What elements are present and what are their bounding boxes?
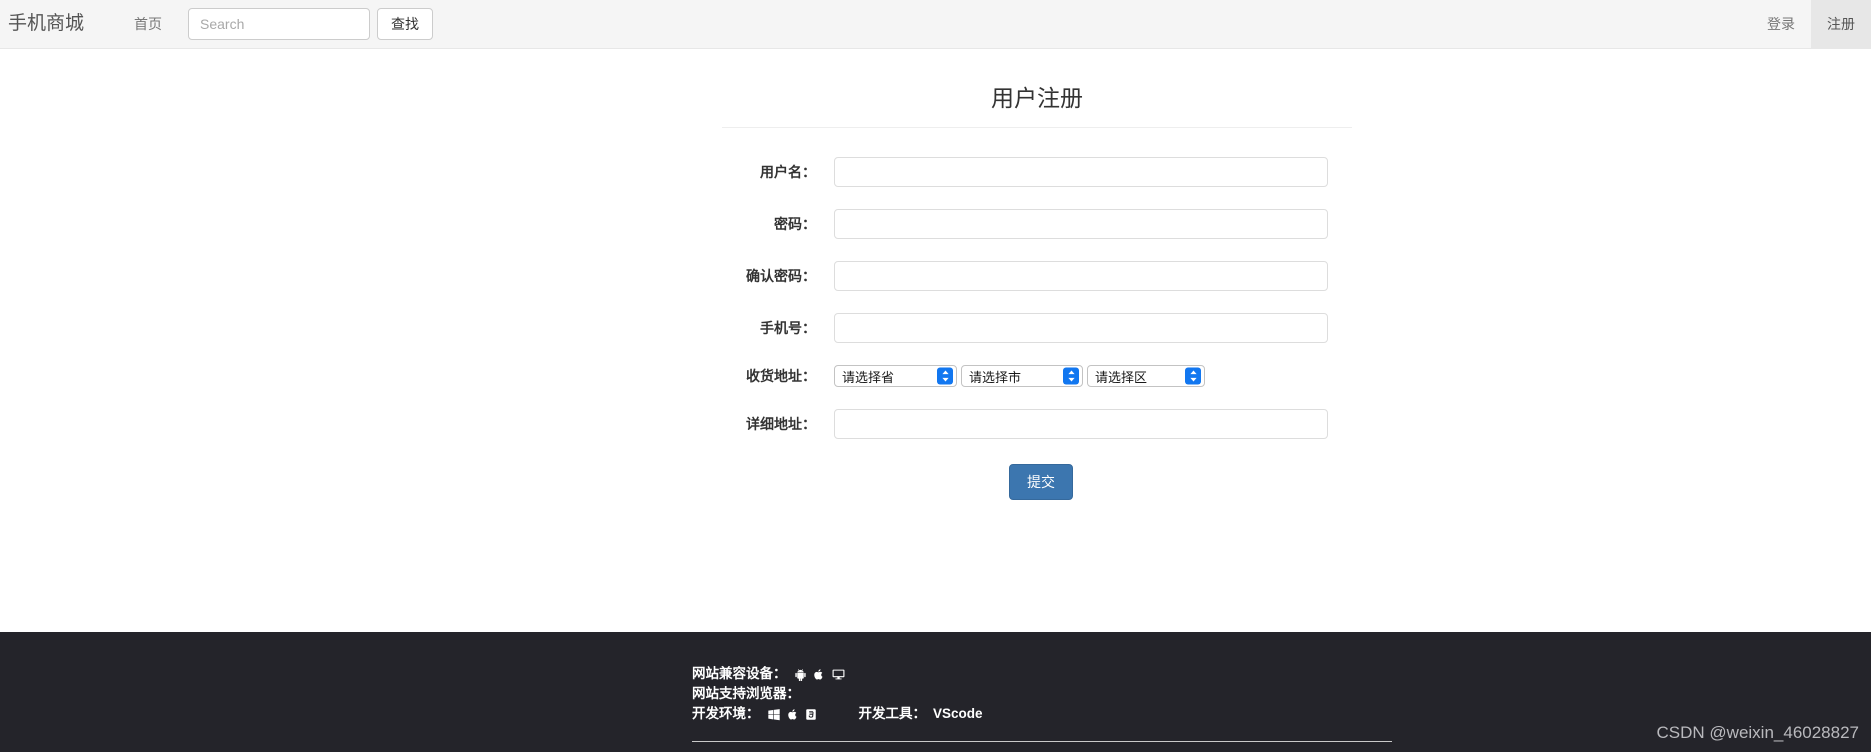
html5-icon [805, 708, 817, 721]
form-row-submit: 提交 [722, 464, 1352, 500]
footer-dev-tool-label: 开发工具： [858, 706, 927, 721]
label-confirm-password: 确认密码： [746, 268, 816, 284]
nav-item-login[interactable]: 登录 [1751, 0, 1811, 48]
android-icon [794, 668, 807, 681]
footer-info-block: 网站兼容设备： 网站支持浏览器： 开发环境： 开发工具： VScode [692, 664, 1392, 724]
label-phone: 手机号： [760, 320, 816, 336]
confirm-password-input[interactable] [834, 261, 1328, 291]
site-brand[interactable]: 手机商城 [0, 0, 100, 48]
search-form: 查找 [188, 8, 434, 40]
submit-button[interactable]: 提交 [1009, 464, 1073, 500]
detail-address-input[interactable] [834, 409, 1328, 439]
footer-supported-browsers: 网站支持浏览器： [692, 684, 1392, 704]
username-input[interactable] [834, 157, 1328, 187]
form-row-confirm-password: 确认密码： [722, 261, 1352, 291]
search-submit-button[interactable]: 查找 [377, 8, 434, 40]
province-select[interactable]: 请选择省 [834, 365, 957, 387]
footer-browsers-label: 网站支持浏览器： [692, 686, 800, 701]
phone-input[interactable] [834, 313, 1328, 343]
province-select-value: 请选择省 [842, 369, 895, 385]
footer-divider [692, 741, 1392, 742]
label-password: 密码： [774, 216, 816, 232]
form-row-shipping-address: 收货地址： 请选择省 请选择市 请选择区 [722, 365, 1352, 387]
label-username: 用户名： [760, 164, 816, 180]
site-footer: 网站兼容设备： 网站支持浏览器： 开发环境： 开发工具： VScode [0, 632, 1871, 752]
search-input[interactable] [188, 8, 371, 40]
footer-compatible-devices: 网站兼容设备： [692, 664, 1392, 684]
city-select-value: 请选择市 [969, 369, 1022, 385]
navbar-right-group: 登录 注册 [1751, 0, 1871, 48]
footer-dev-environment: 开发环境： 开发工具： VScode [692, 704, 1392, 724]
chevron-updown-icon [937, 367, 953, 385]
footer-device-icons [794, 668, 846, 681]
apple-icon [787, 708, 799, 721]
footer-dev-env-icons [767, 708, 817, 721]
main-content: 用户注册 用户名： 密码： 确认密码： 手机号： 收货地址： 请选择省 请选择市… [0, 49, 1871, 632]
label-shipping-address: 收货地址： [746, 368, 816, 384]
city-select[interactable]: 请选择市 [961, 365, 1083, 387]
nav-item-home[interactable]: 首页 [118, 0, 178, 48]
page-title: 用户注册 [722, 79, 1352, 128]
csdn-watermark: CSDN @weixin_46028827 [1656, 723, 1859, 742]
nav-item-register[interactable]: 注册 [1811, 0, 1871, 48]
footer-dev-tool-value: VScode [933, 706, 983, 721]
form-row-username: 用户名： [722, 157, 1352, 187]
chevron-updown-icon [1185, 367, 1201, 385]
form-row-password: 密码： [722, 209, 1352, 239]
windows-icon [767, 708, 781, 721]
apple-icon [813, 668, 825, 681]
footer-dev-env-label: 开发环境： [692, 706, 760, 721]
submit-spacer [722, 464, 834, 500]
registration-form: 用户注册 用户名： 密码： 确认密码： 手机号： 收货地址： 请选择省 请选择市… [722, 79, 1352, 500]
password-input[interactable] [834, 209, 1328, 239]
district-select-value: 请选择区 [1095, 369, 1148, 385]
top-navbar: 手机商城 首页 查找 登录 注册 [0, 0, 1871, 49]
district-select[interactable]: 请选择区 [1087, 365, 1205, 387]
address-select-group: 请选择省 请选择市 请选择区 [834, 365, 1205, 387]
form-row-phone: 手机号： [722, 313, 1352, 343]
label-detail-address: 详细地址： [746, 416, 816, 432]
form-row-detail-address: 详细地址： [722, 409, 1352, 439]
footer-devices-label: 网站兼容设备： [692, 666, 787, 681]
desktop-icon [831, 668, 846, 681]
chevron-updown-icon [1063, 367, 1079, 385]
